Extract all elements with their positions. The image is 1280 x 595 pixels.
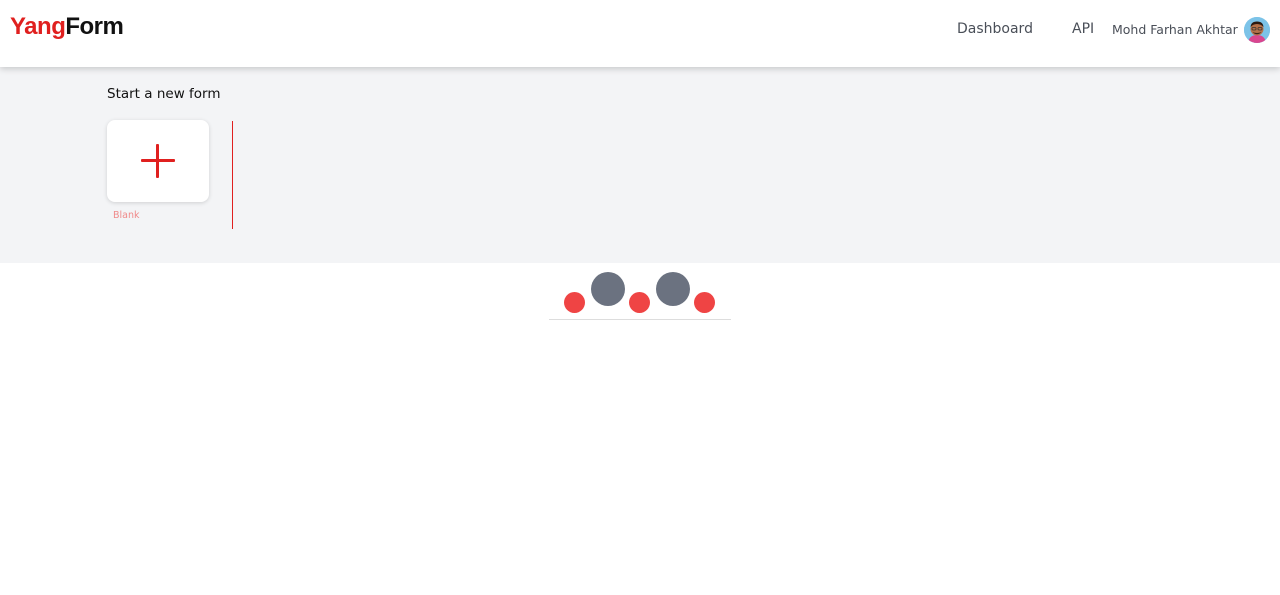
logo-text-form: Form xyxy=(65,13,124,40)
nav-dashboard-link[interactable]: Dashboard xyxy=(957,21,1033,37)
loader-dot xyxy=(629,292,650,313)
loading-indicator xyxy=(549,268,731,320)
loader-baseline xyxy=(549,319,731,320)
avatar-icon xyxy=(1244,17,1270,43)
nav-api-link[interactable]: API xyxy=(1072,21,1094,37)
plus-icon xyxy=(141,144,175,178)
loader-dot xyxy=(694,292,715,313)
loader-dot xyxy=(591,272,625,306)
blank-form-card[interactable] xyxy=(107,120,209,202)
user-name[interactable]: Mohd Farhan Akhtar xyxy=(1112,22,1238,37)
loader-dot xyxy=(564,292,585,313)
user-avatar[interactable] xyxy=(1244,17,1270,43)
loader-dot xyxy=(656,272,690,306)
template-gallery: Start a new form Blank xyxy=(0,67,1280,263)
logo[interactable]: YangForm xyxy=(10,13,124,41)
gallery-divider xyxy=(232,121,233,229)
logo-text-yang: Yang xyxy=(10,13,66,40)
gallery-title: Start a new form xyxy=(107,86,221,102)
top-navbar: YangForm Dashboard API Mohd Farhan Akhta… xyxy=(0,0,1280,67)
blank-form-label: Blank xyxy=(113,210,140,221)
